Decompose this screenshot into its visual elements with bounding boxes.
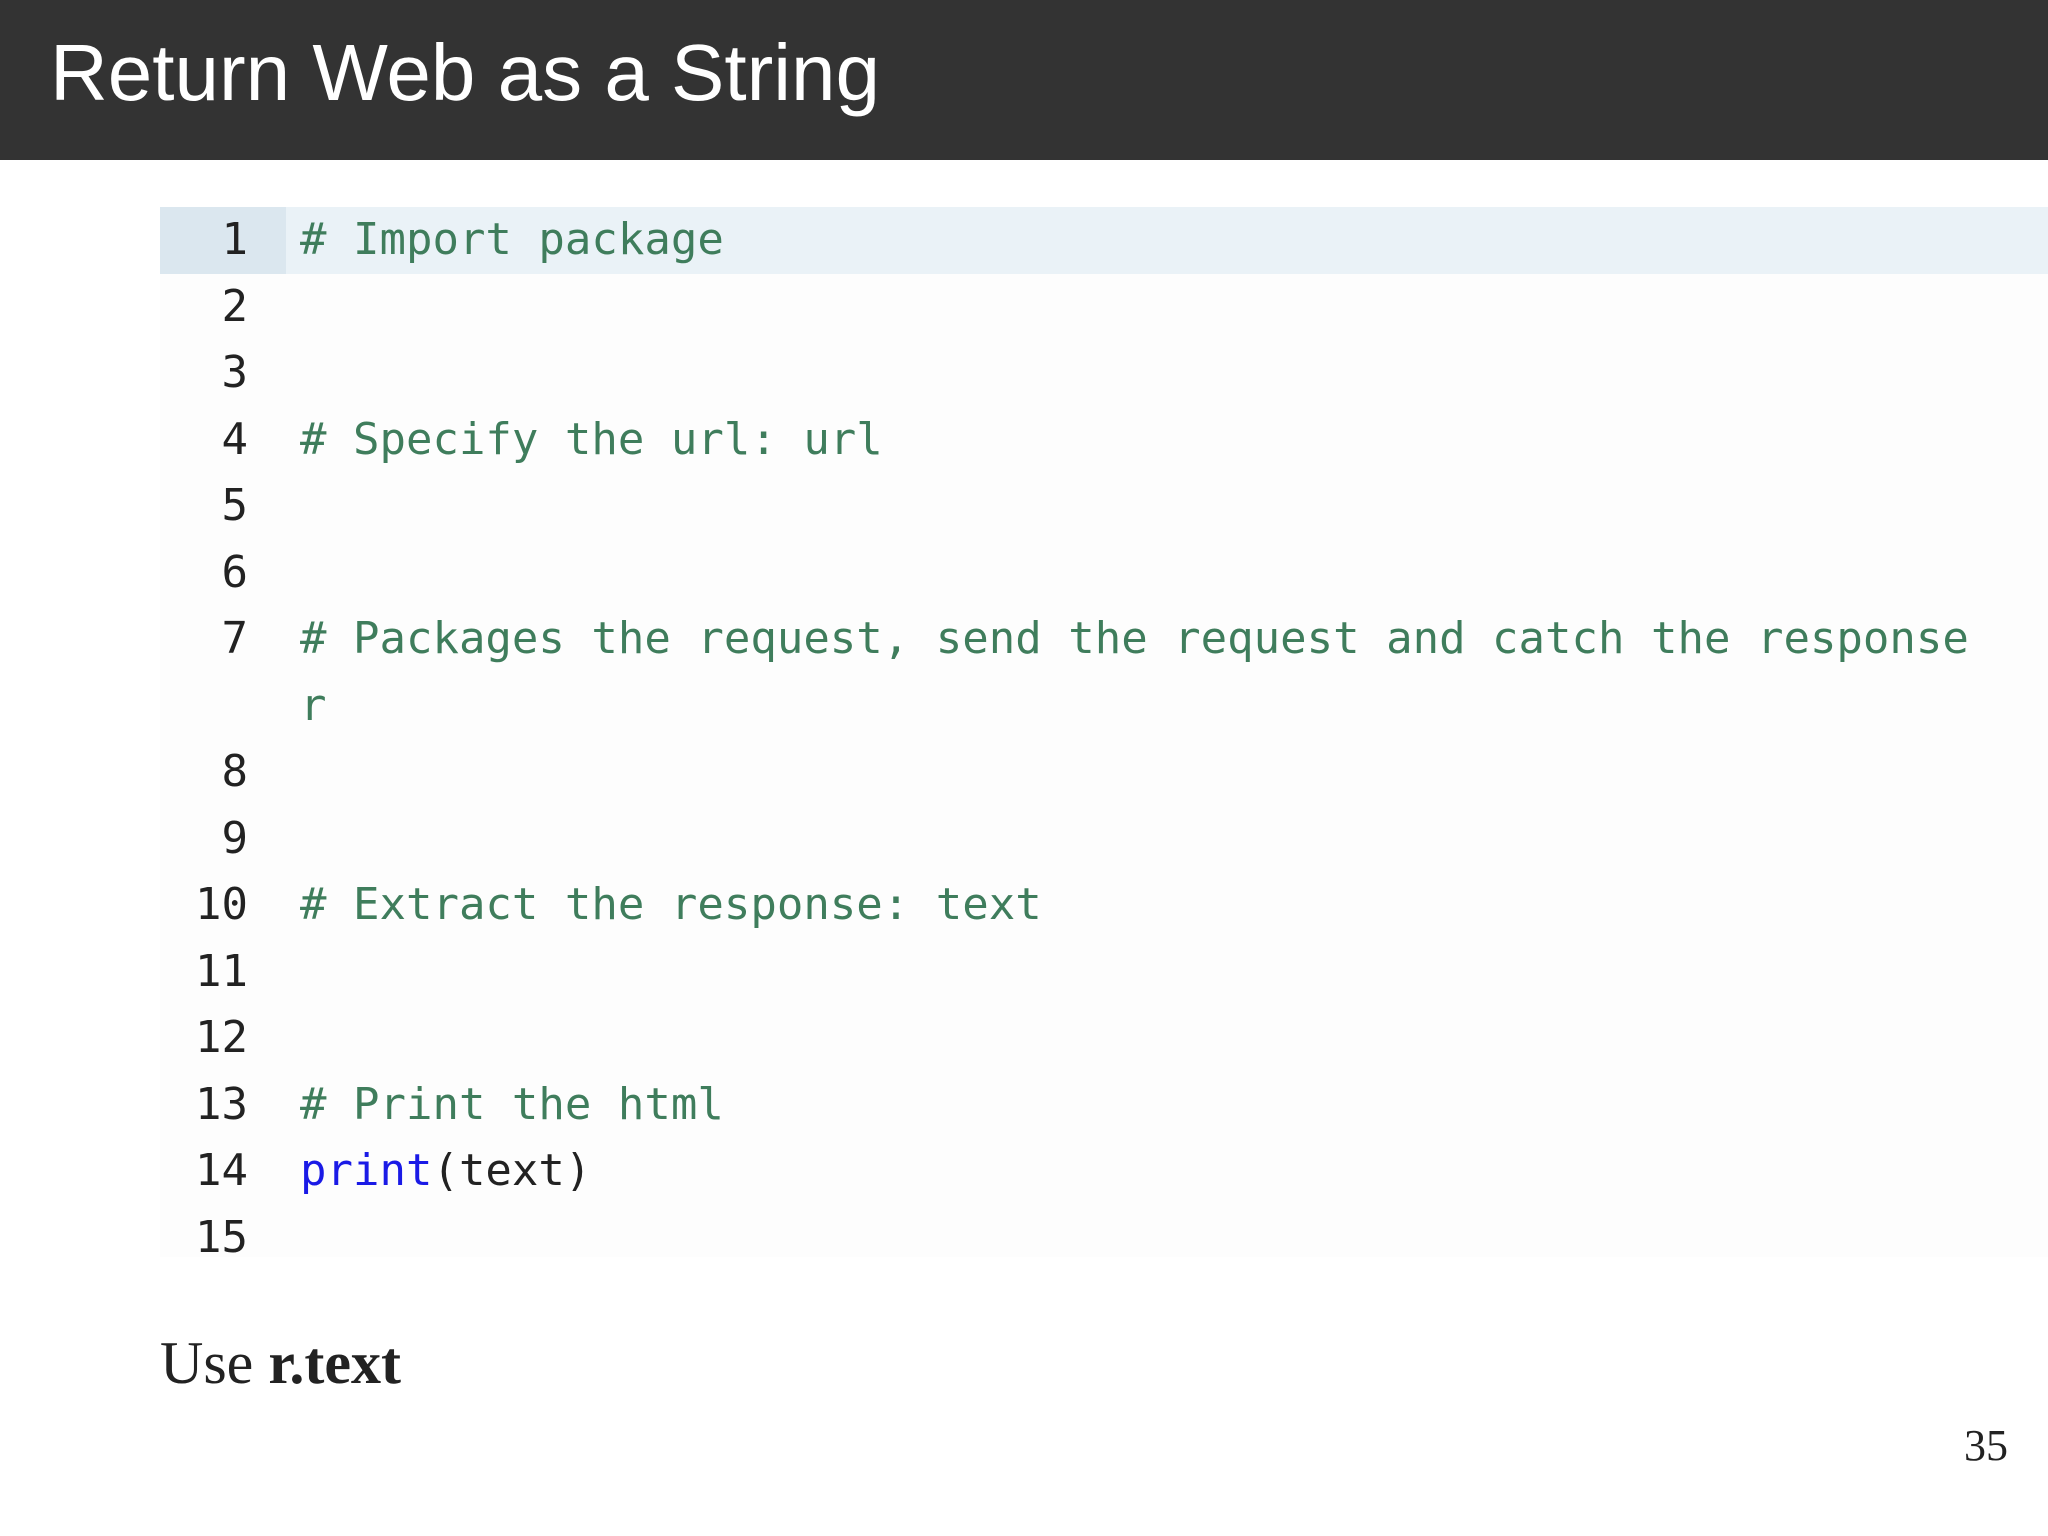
code-line: 7 # Packages the request, send the reques… xyxy=(160,606,2048,673)
slide-title: Return Web as a String xyxy=(50,28,881,117)
code-token: # Extract the response: text xyxy=(300,879,1042,930)
code-text: # Specify the url: url xyxy=(300,407,883,474)
code-token: # Packages the request, send the request… xyxy=(300,613,1969,664)
code-line: 13 # Print the html xyxy=(160,1072,2048,1139)
code-text: # Extract the response: text xyxy=(300,872,1042,939)
code-line: 3 xyxy=(160,340,2048,407)
code-line: 6 xyxy=(160,540,2048,607)
line-number: 15 xyxy=(195,1211,248,1258)
code-line: 4 # Specify the url: url xyxy=(160,407,2048,474)
caption-prefix: Use xyxy=(160,1330,269,1396)
line-number: 13 xyxy=(195,1078,248,1130)
line-number: 10 xyxy=(195,879,248,930)
code-token: r xyxy=(300,679,327,731)
caption-code-reference: r.text xyxy=(268,1330,402,1396)
line-number: 14 xyxy=(195,1145,248,1196)
line-number: 6 xyxy=(221,546,249,598)
code-text: # Print the html xyxy=(300,1072,724,1139)
line-number: 1 xyxy=(160,207,286,274)
line-number: 5 xyxy=(221,480,249,531)
line-number: 8 xyxy=(221,746,249,797)
line-number: 12 xyxy=(195,1012,248,1063)
code-token: # Import package xyxy=(300,214,724,265)
code-token: (text) xyxy=(432,1145,592,1196)
code-text: print(text) xyxy=(300,1138,591,1205)
code-text: # Packages the request, send the request… xyxy=(300,606,1969,673)
code-text: # Import package xyxy=(300,207,724,274)
caption: Use r.text xyxy=(160,1320,401,1406)
code-line: 1 # Import package xyxy=(160,207,2048,274)
code-editor: 1 # Import package 2 3 4 # Specify the url: u… xyxy=(160,207,2048,1257)
line-number: 9 xyxy=(221,812,249,864)
code-token: # Print the html xyxy=(300,1078,724,1130)
line-number: 11 xyxy=(195,945,248,997)
code-token: print xyxy=(300,1145,433,1196)
code-line: 12 xyxy=(160,1005,2048,1072)
line-number: 7 xyxy=(221,613,249,664)
line-number: 2 xyxy=(221,280,249,332)
code-token: # Specify the url: url xyxy=(300,413,883,465)
code-line: 15 xyxy=(160,1205,2048,1258)
page-number: 35 xyxy=(1964,1421,2008,1470)
code-line: 14 print(text) xyxy=(160,1138,2048,1205)
line-number: 3 xyxy=(221,347,249,398)
line-number: 4 xyxy=(221,413,249,465)
code-line: 5 xyxy=(160,473,2048,540)
title-bar: Return Web as a String xyxy=(0,0,2048,160)
line-number xyxy=(160,673,286,740)
code-line: 11 xyxy=(160,939,2048,1006)
code-text: r xyxy=(300,673,327,740)
code-line: r xyxy=(160,673,2048,740)
code-line: 9 xyxy=(160,806,2048,873)
code-line: 10 # Extract the response: text xyxy=(160,872,2048,939)
code-line: 8 xyxy=(160,739,2048,806)
code-line: 2 xyxy=(160,274,2048,341)
